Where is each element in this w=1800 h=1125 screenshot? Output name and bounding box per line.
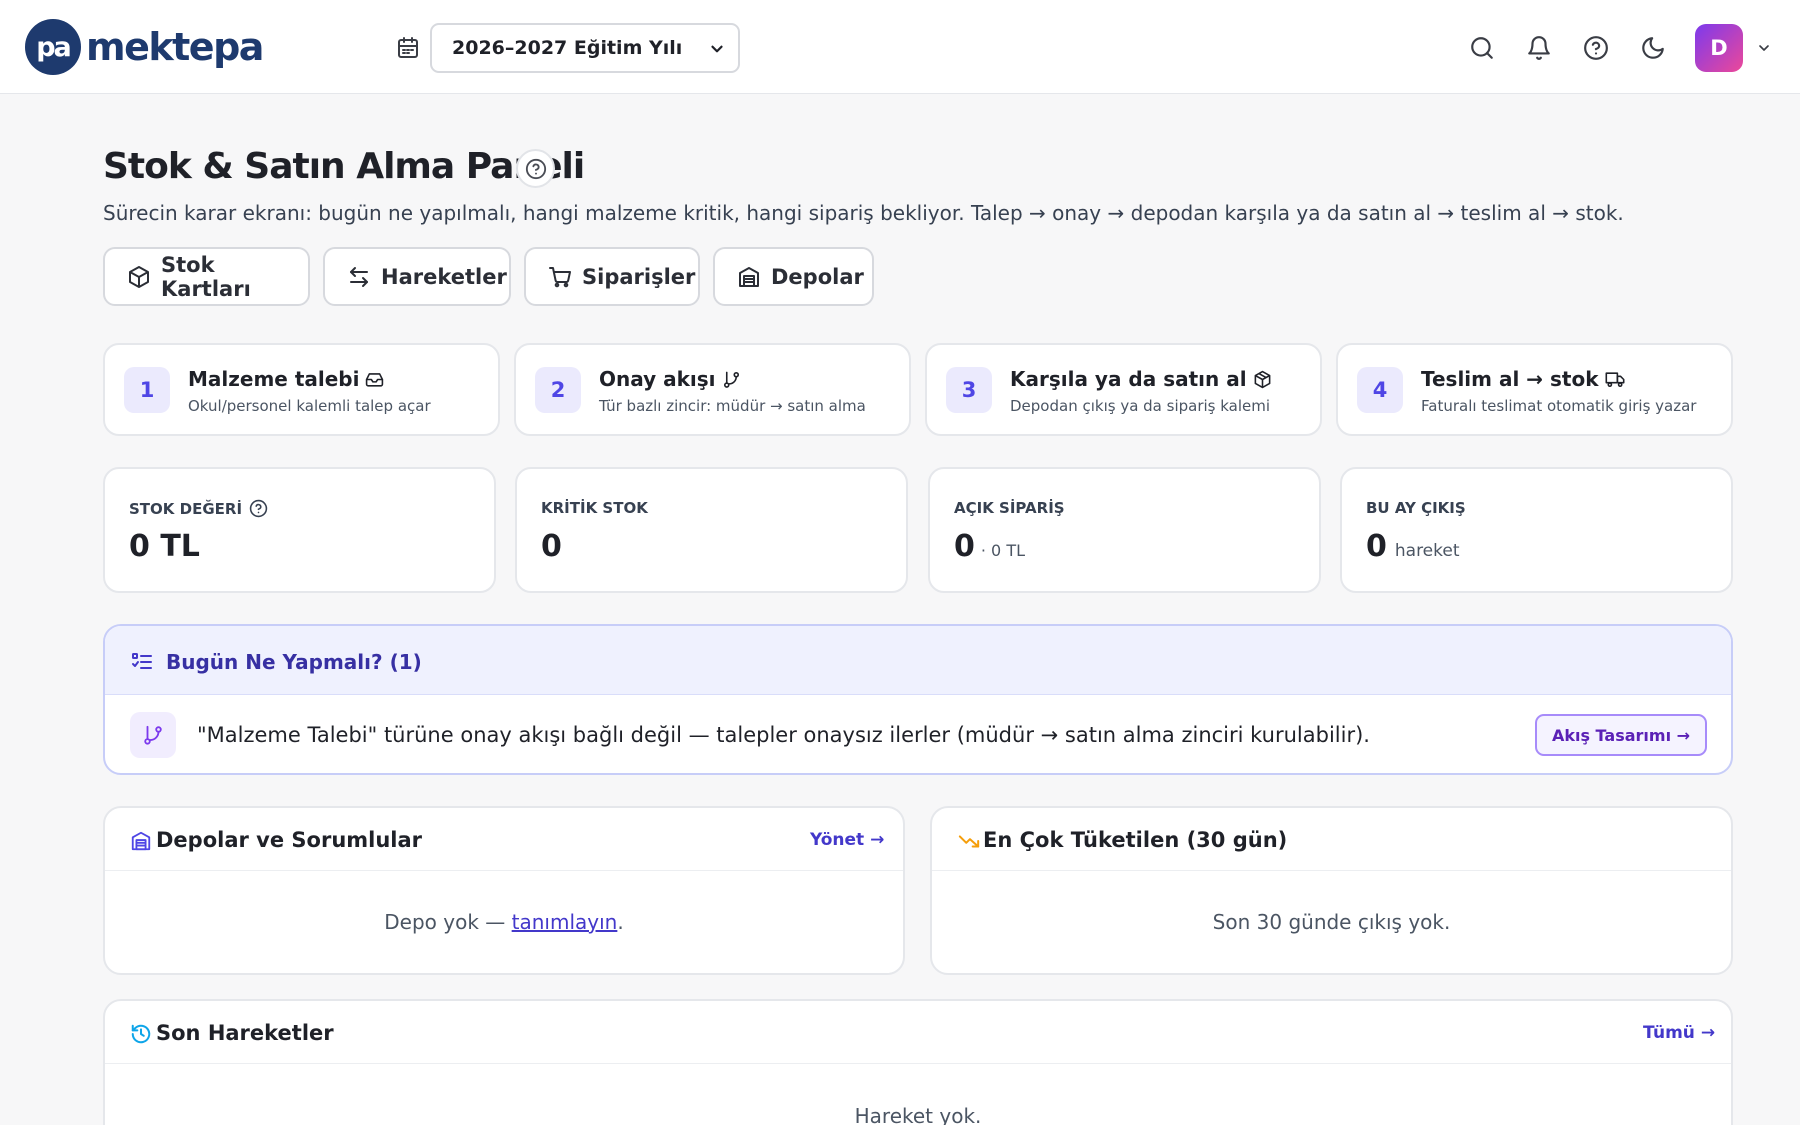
- academic-year-select[interactable]: 2026–2027 Eğitim Yılı: [430, 23, 740, 73]
- empty-state: Depo yok — tanımlayın.: [105, 910, 903, 934]
- top-consumed-panel: En Çok Tüketilen (30 gün) Son 30 günde ç…: [930, 806, 1733, 975]
- orders-label: Siparişler: [582, 264, 696, 289]
- step-card-approval: 2 Onay akışı Tür bazlı zincir: müdür → s…: [514, 343, 911, 436]
- orders-button[interactable]: Siparişler: [524, 247, 700, 306]
- truck-icon: [1599, 370, 1625, 389]
- todo-title: Bugün Ne Yapmalı? (1): [166, 650, 422, 674]
- panel-header: Son Hareketler Tümü →: [105, 1001, 1731, 1064]
- kpi-critical-stock: KRİTİK STOK 0: [515, 467, 908, 593]
- kpi-subvalue: hareket: [1394, 541, 1460, 561]
- kpi-month-outflow: BU AY ÇIKIŞ 0 hareket: [1340, 467, 1733, 593]
- kpi-value: 0: [541, 529, 562, 564]
- step-title: Teslim al → stok: [1421, 367, 1625, 391]
- step-title: Karşıla ya da satın al: [1010, 367, 1272, 391]
- empty-state: Hareket yok.: [854, 1104, 982, 1125]
- logo[interactable]: pa mektepa: [25, 19, 264, 75]
- help-icon[interactable]: [1583, 35, 1609, 61]
- step-number: 2: [535, 367, 581, 413]
- avatar[interactable]: D: [1695, 24, 1743, 72]
- view-all-link[interactable]: Tümü →: [1643, 1023, 1715, 1043]
- search-icon[interactable]: [1469, 35, 1495, 61]
- panel-title: Son Hareketler: [156, 1021, 334, 1045]
- logo-mark: pa: [25, 19, 81, 75]
- step-title-text: Karşıla ya da satın al: [1010, 367, 1247, 391]
- step-card-receive: 4 Teslim al → stok Faturalı teslimat oto…: [1336, 343, 1733, 436]
- todo-header: Bugün Ne Yapmalı? (1): [105, 626, 1731, 695]
- panel-title: En Çok Tüketilen (30 gün): [983, 828, 1288, 852]
- recent-moves-panel: Son Hareketler Tümü → Hareket yok.: [103, 999, 1733, 1125]
- kpi-value: 0: [1366, 529, 1387, 564]
- empty-suffix: .: [617, 910, 624, 934]
- manage-link[interactable]: Yönet →: [810, 830, 884, 850]
- kpi-label: BU AY ÇIKIŞ: [1366, 499, 1466, 517]
- step-title: Malzeme talebi: [188, 367, 384, 391]
- todo-panel: Bugün Ne Yapmalı? (1) "Malzeme Talebi" t…: [103, 624, 1733, 775]
- stock-cards-label: Stok Kartları: [161, 252, 251, 301]
- panel-header: Depolar ve Sorumlular Yönet →: [105, 808, 903, 871]
- arrows-icon: [347, 265, 381, 289]
- kpi-label: STOK DEĞERİ: [129, 499, 268, 518]
- inbox-icon: [359, 370, 384, 389]
- movements-button[interactable]: Hareketler: [323, 247, 511, 306]
- kpi-open-orders: AÇIK SİPARİŞ 0 · 0 TL: [928, 467, 1321, 593]
- kpi-value: 0 TL: [129, 529, 200, 564]
- step-description: Faturalı teslimat otomatik giriş yazar: [1421, 397, 1697, 415]
- branch-icon: [130, 712, 176, 758]
- page-subtitle: Sürecin karar ekranı: bugün ne yapılmalı…: [103, 201, 1624, 225]
- stock-cards-button[interactable]: Stok Kartları: [103, 247, 310, 306]
- academic-year-value: 2026–2027 Eğitim Yılı: [452, 37, 683, 59]
- panel-title: Depolar ve Sorumlular: [156, 828, 423, 852]
- help-icon[interactable]: [516, 149, 555, 188]
- branch-icon: [716, 370, 741, 389]
- flow-design-button[interactable]: Akış Tasarımı →: [1535, 714, 1707, 756]
- package-icon: [1247, 370, 1272, 389]
- kpi-label: KRİTİK STOK: [541, 499, 648, 517]
- step-title: Onay akışı: [599, 367, 741, 391]
- kpi-label: AÇIK SİPARİŞ: [954, 499, 1065, 517]
- todo-item-text: "Malzeme Talebi" türüne onay akışı bağlı…: [197, 723, 1370, 747]
- calendar-icon: [396, 36, 420, 60]
- warehouses-panel: Depolar ve Sorumlular Yönet → Depo yok —…: [103, 806, 905, 975]
- movements-label: Hareketler: [381, 264, 507, 289]
- logo-text: mektepa: [86, 25, 264, 69]
- kpi-label-text: STOK DEĞERİ: [129, 499, 243, 518]
- help-icon[interactable]: [242, 499, 268, 518]
- cart-icon: [548, 265, 582, 289]
- kpi-subvalue: · 0 TL: [980, 541, 1025, 560]
- step-description: Tür bazlı zincir: müdür → satın alma: [599, 397, 866, 415]
- warehouse-icon: [737, 265, 771, 289]
- top-bar: pa mektepa 2026–2027 Eğitim Yılı D: [0, 0, 1800, 94]
- panel-header: En Çok Tüketilen (30 gün): [932, 808, 1731, 871]
- warehouses-button[interactable]: Depolar: [713, 247, 874, 306]
- step-card-fulfill: 3 Karşıla ya da satın al Depodan çıkış y…: [925, 343, 1322, 436]
- step-number: 4: [1357, 367, 1403, 413]
- moon-icon[interactable]: [1640, 35, 1666, 61]
- kpi-value: 0: [954, 529, 975, 564]
- step-title-text: Teslim al → stok: [1421, 367, 1599, 391]
- page-title: Stok & Satın Alma Paneli: [103, 146, 585, 187]
- step-title-text: Malzeme talebi: [188, 367, 360, 391]
- step-title-text: Onay akışı: [599, 367, 716, 391]
- kpi-value-row: 0 hareket: [1366, 529, 1460, 564]
- box-icon: [127, 265, 161, 289]
- step-description: Okul/personel kalemli talep açar: [188, 397, 431, 415]
- warehouses-label: Depolar: [771, 264, 864, 289]
- step-number: 1: [124, 367, 170, 413]
- bell-icon[interactable]: [1526, 35, 1552, 61]
- empty-text: Depo yok —: [384, 910, 512, 934]
- define-warehouse-link[interactable]: tanımlayın: [512, 910, 618, 934]
- step-number: 3: [946, 367, 992, 413]
- chevron-down-icon: [708, 40, 726, 58]
- kpi-value-row: 0 · 0 TL: [954, 529, 1025, 564]
- empty-state: Son 30 günde çıkış yok.: [1212, 910, 1451, 934]
- step-description: Depodan çıkış ya da sipariş kalemi: [1010, 397, 1271, 415]
- kpi-stock-value: STOK DEĞERİ 0 TL: [103, 467, 496, 593]
- chevron-down-icon[interactable]: [1756, 40, 1772, 56]
- step-card-request: 1 Malzeme talebi Okul/personel kalemli t…: [103, 343, 500, 436]
